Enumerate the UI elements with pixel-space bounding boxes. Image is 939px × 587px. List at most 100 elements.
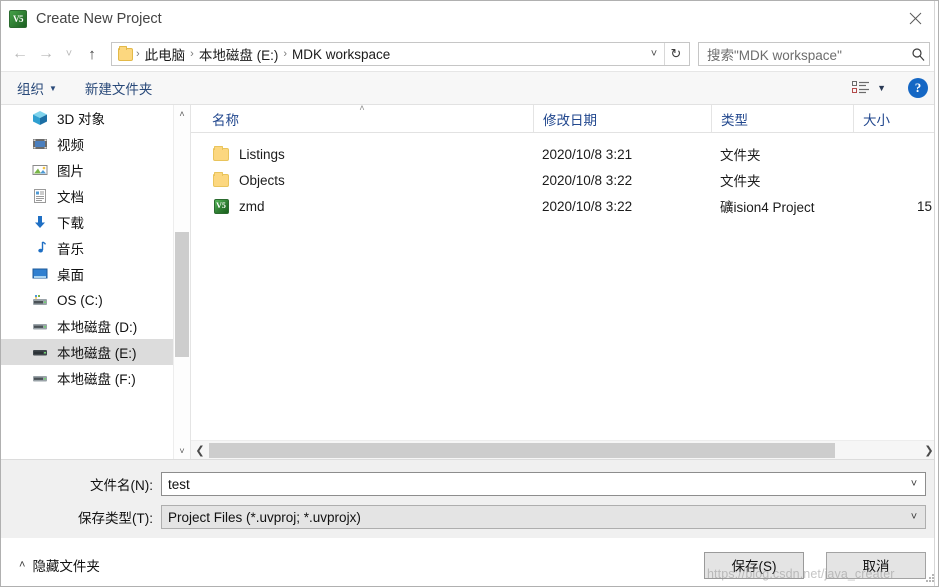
- table-row[interactable]: Listings 2020/10/8 3:21 文件夹: [191, 141, 938, 167]
- sidebar-scroll-thumb[interactable]: [175, 232, 189, 357]
- chevron-down-icon-view[interactable]: ▼: [877, 83, 886, 93]
- chevron-down-icon-filetype[interactable]: ˅: [903, 511, 925, 523]
- sidebar-item-label: 音乐: [57, 242, 84, 257]
- file-type-cell: 文件夹: [720, 174, 761, 189]
- command-toolbar: 组织 ▼ 新建文件夹 ▼ ?: [1, 71, 938, 105]
- chevron-down-icon-scroll[interactable]: ˅: [174, 442, 190, 459]
- refresh-icon[interactable]: ↻: [665, 46, 687, 62]
- cancel-button[interactable]: 取消: [826, 551, 926, 579]
- navigation-bar: ← → ˅ ↑ › 此电脑 › 本地磁盘 (E:) › MDK workspac…: [1, 37, 938, 71]
- hscroll-track[interactable]: [209, 442, 920, 459]
- column-header-label: 名称: [212, 112, 239, 128]
- arrow-left-icon[interactable]: ←: [7, 41, 33, 67]
- filename-value: test: [168, 476, 190, 492]
- sidebar-item-downloads[interactable]: 下载: [1, 209, 173, 235]
- dialog-body: 3D 对象 视频 图片 文档 下载 音乐 桌面 OS (C:) 本地磁盘 (D:…: [1, 103, 938, 459]
- file-date-cell: 2020/10/8 3:22: [542, 172, 633, 188]
- sidebar-item-label: 本地磁盘 (D:): [57, 320, 138, 335]
- search-icon: [911, 47, 925, 61]
- uvision-project-icon: V5: [212, 197, 230, 215]
- address-bar[interactable]: › 此电脑 › 本地磁盘 (E:) › MDK workspace ˅ ↻: [111, 42, 690, 66]
- save-button[interactable]: 保存(S): [704, 551, 804, 579]
- sidebar-item-documents[interactable]: 文档: [1, 183, 173, 209]
- dialog-button-row: ˄ 隐藏文件夹 保存(S) 取消: [1, 538, 938, 586]
- sort-ascending-icon: ˄: [359, 103, 365, 113]
- uvision-icon: V5: [9, 10, 27, 28]
- hscroll-thumb[interactable]: [209, 442, 835, 458]
- new-folder-button[interactable]: 新建文件夹: [85, 78, 153, 98]
- filename-label: 文件名(N):: [90, 478, 153, 493]
- filename-row: 文件名(N): test ˅: [13, 472, 926, 496]
- sidebar-item-label: 文档: [57, 190, 84, 205]
- file-name-cell: Listings: [191, 145, 533, 163]
- create-new-project-dialog: V5 Create New Project ← → ˅ ↑ › 此电脑 › 本地…: [0, 0, 939, 587]
- organize-button[interactable]: 组织 ▼: [17, 78, 57, 98]
- list-view-icon[interactable]: [852, 81, 870, 95]
- pictures-icon: [31, 161, 49, 179]
- navigation-pane: 3D 对象 视频 图片 文档 下载 音乐 桌面 OS (C:) 本地磁盘 (D:…: [1, 105, 191, 459]
- chevron-down-icon-organize: ▼: [49, 83, 57, 93]
- chevron-up-icon-scroll[interactable]: ˄: [174, 105, 190, 122]
- sidebar-item-label: 图片: [57, 164, 84, 179]
- breadcrumb-item-this-pc[interactable]: 此电脑: [141, 44, 190, 64]
- table-row[interactable]: V5 zmd 2020/10/8 3:22 礦ision4 Project 15: [191, 193, 938, 219]
- column-header-size[interactable]: 大小: [853, 105, 938, 132]
- close-icon[interactable]: [892, 1, 938, 35]
- breadcrumb-item-mdk-workspace[interactable]: MDK workspace: [288, 47, 394, 62]
- folder-icon: [212, 171, 230, 189]
- videos-icon: [31, 135, 49, 153]
- filetype-value: Project Files (*.uvproj; *.uvprojx): [168, 509, 361, 525]
- column-header-label: 修改日期: [543, 112, 597, 128]
- table-row[interactable]: Objects 2020/10/8 3:22 文件夹: [191, 167, 938, 193]
- column-header-type[interactable]: 类型: [711, 105, 853, 132]
- file-name-cell: Objects: [191, 171, 533, 189]
- sidebar-item-desktop[interactable]: 桌面: [1, 261, 173, 287]
- column-header-row: ˄ 名称 修改日期 类型 大小: [191, 103, 938, 133]
- search-placeholder: 搜索"MDK workspace": [707, 48, 842, 63]
- help-icon[interactable]: ?: [908, 78, 928, 98]
- window-title: Create New Project: [36, 11, 162, 27]
- sidebar-scroll-track[interactable]: [174, 122, 190, 442]
- search-input[interactable]: 搜索"MDK workspace": [698, 42, 930, 66]
- chevron-down-icon-history[interactable]: ˅: [59, 41, 79, 67]
- file-date-cell: 2020/10/8 3:21: [542, 146, 633, 162]
- downloads-icon: [31, 213, 49, 231]
- file-rows: Listings 2020/10/8 3:21 文件夹 Objects 2020…: [191, 133, 938, 440]
- breadcrumb-item-drive-e[interactable]: 本地磁盘 (E:): [195, 44, 283, 64]
- file-list-horizontal-scrollbar[interactable]: ❮ ❯: [191, 440, 938, 459]
- chevron-left-icon-scroll[interactable]: ❮: [191, 444, 209, 457]
- file-name-label: Objects: [239, 172, 285, 188]
- chevron-down-icon-filename[interactable]: ˅: [903, 478, 925, 490]
- navigation-pane-scroll: 3D 对象 视频 图片 文档 下载 音乐 桌面 OS (C:) 本地磁盘 (D:…: [1, 105, 173, 459]
- chevron-down-icon-address[interactable]: ˅: [644, 48, 664, 60]
- column-header-date[interactable]: 修改日期: [533, 105, 711, 132]
- sidebar-item-3d-objects[interactable]: 3D 对象: [1, 105, 173, 131]
- sidebar-item-label: 本地磁盘 (E:): [57, 346, 137, 361]
- sidebar-item-label: 下载: [57, 216, 84, 231]
- sidebar-item-drive-e[interactable]: 本地磁盘 (E:): [1, 339, 173, 365]
- system-drive-icon: [31, 291, 49, 309]
- sidebar-item-label: OS (C:): [57, 292, 103, 308]
- filetype-select[interactable]: Project Files (*.uvproj; *.uvprojx) ˅: [161, 505, 926, 529]
- sidebar-item-videos[interactable]: 视频: [1, 131, 173, 157]
- sidebar-item-drive-d[interactable]: 本地磁盘 (D:): [1, 313, 173, 339]
- documents-icon: [31, 187, 49, 205]
- sidebar-item-pictures[interactable]: 图片: [1, 157, 173, 183]
- filetype-label: 保存类型(T):: [78, 511, 153, 526]
- sidebar-item-drive-f[interactable]: 本地磁盘 (F:): [1, 365, 173, 391]
- sidebar-item-os-c[interactable]: OS (C:): [1, 287, 173, 313]
- sidebar-scrollbar[interactable]: ˄ ˅: [173, 105, 190, 459]
- file-name-label: zmd: [239, 198, 265, 214]
- filename-input[interactable]: test ˅: [161, 472, 926, 496]
- hide-folders-button[interactable]: ˄ 隐藏文件夹: [13, 555, 100, 575]
- chevron-up-icon-hide-folders: ˄: [19, 559, 26, 571]
- sidebar-item-label: 桌面: [57, 268, 84, 283]
- folder-icon: [212, 145, 230, 163]
- folder-icon-breadcrumb: [118, 45, 133, 61]
- sidebar-item-music[interactable]: 音乐: [1, 235, 173, 261]
- arrow-right-icon[interactable]: →: [33, 41, 59, 67]
- arrow-up-icon[interactable]: ↑: [79, 41, 105, 67]
- column-header-name[interactable]: ˄ 名称: [191, 103, 533, 132]
- sidebar-item-label: 视频: [57, 138, 84, 153]
- title-bar: V5 Create New Project: [1, 1, 938, 37]
